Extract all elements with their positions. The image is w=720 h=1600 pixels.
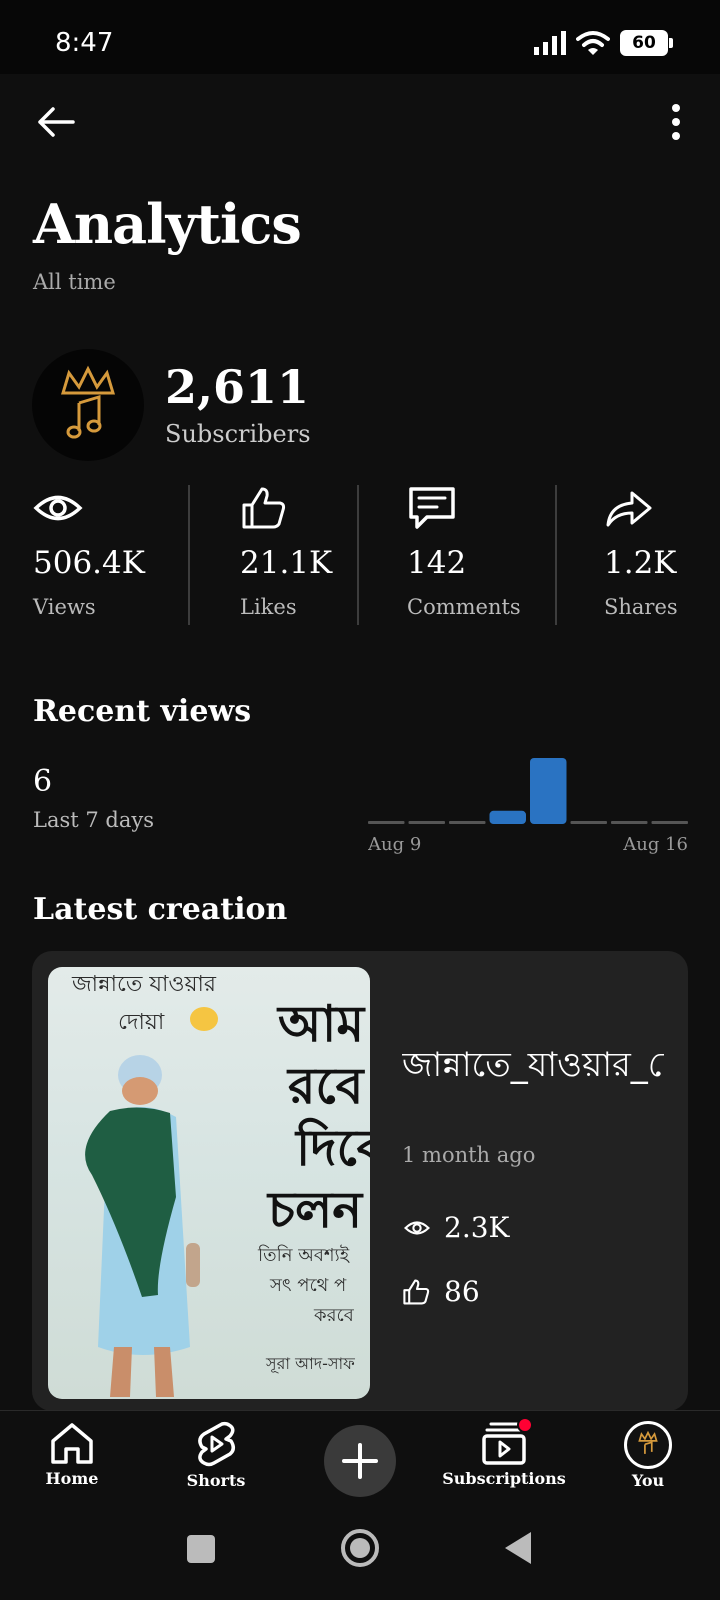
- stat-shares[interactable]: 1.2K Shares: [604, 485, 678, 625]
- subscriber-label: Subscribers: [165, 420, 311, 448]
- recent-views-period: Last 7 days: [33, 808, 154, 832]
- nav-label: Shorts: [186, 1471, 246, 1490]
- page-subtitle: All time: [33, 270, 116, 294]
- thumbnail-text: সূরা আদ-সাফ: [266, 1354, 355, 1373]
- home-icon: [51, 1423, 93, 1464]
- video-views-metric: 2.3K: [402, 1211, 509, 1244]
- back-system-button[interactable]: [503, 1530, 533, 1566]
- video-title[interactable]: জান্নাতে_যাওয়ার_দোয়া_#muslim...: [402, 1043, 664, 1087]
- thumbnail-text: সৎ পথে প: [270, 1275, 347, 1296]
- notification-dot: [517, 1417, 533, 1433]
- recent-views-count: 6: [33, 764, 53, 799]
- thumbnail-text: জান্নাতে যাওয়ার: [72, 972, 217, 997]
- thumbnail-text: তিনি অবশ্যই: [258, 1245, 350, 1266]
- eye-icon: [404, 1220, 430, 1235]
- stat-comments[interactable]: 142 Comments: [407, 485, 521, 625]
- emoji-hands-icon: [190, 1007, 218, 1031]
- plus-icon: [342, 1443, 378, 1479]
- stat-value: 21.1K: [240, 545, 333, 581]
- signal-icon: [534, 31, 566, 55]
- thumbnail-text: করবে: [314, 1305, 354, 1326]
- wifi-icon: [576, 31, 610, 55]
- stat-value: 506.4K: [33, 545, 145, 581]
- eye-icon: [33, 495, 83, 521]
- nav-shorts[interactable]: Shorts: [141, 1421, 291, 1490]
- chart-bar: [611, 821, 648, 824]
- stat-label: Views: [33, 595, 96, 619]
- latest-creation-title: Latest creation: [33, 892, 288, 927]
- nav-label: You: [631, 1471, 665, 1490]
- nav-you[interactable]: You: [573, 1421, 720, 1490]
- x-tick-label: Aug 9: [368, 834, 421, 855]
- video-thumbnail[interactable]: জান্নাতে যাওয়ার দোয়া আম রবে দিবে চলন ত…: [48, 967, 370, 1399]
- status-icons: 60: [534, 30, 673, 56]
- recent-views-title: Recent views: [33, 694, 252, 729]
- more-vertical-icon: [672, 104, 680, 140]
- stat-label: Shares: [604, 595, 678, 619]
- crown-music-logo: [638, 1431, 658, 1454]
- stat-label: Likes: [240, 595, 297, 619]
- thumbs-up-icon: [242, 487, 286, 529]
- thumbs-up-icon: [403, 1279, 430, 1304]
- system-navigation-bar: [0, 1510, 720, 1600]
- more-options-button[interactable]: [652, 98, 700, 146]
- chart-bar: [449, 821, 486, 824]
- battery-indicator: 60: [620, 30, 673, 56]
- nav-label: Home: [45, 1469, 99, 1488]
- x-tick-label: Aug 16: [622, 834, 688, 855]
- chart-bar: [651, 821, 688, 824]
- stats-row: 506.4K Views 21.1K Likes 142 Comments 1.…: [0, 485, 720, 625]
- comment-icon: [409, 487, 455, 529]
- subscriber-count: 2,611: [165, 360, 310, 414]
- stat-likes[interactable]: 21.1K Likes: [240, 485, 332, 625]
- avatar: [624, 1421, 672, 1469]
- divider: [555, 485, 557, 625]
- nav-subscriptions[interactable]: Subscriptions: [429, 1417, 579, 1488]
- divider: [188, 485, 190, 625]
- chart-bar: [489, 810, 526, 824]
- create-button[interactable]: [324, 1425, 396, 1497]
- nav-home[interactable]: Home: [0, 1421, 147, 1488]
- video-likes: 86: [444, 1275, 480, 1308]
- video-age: 1 month ago: [402, 1143, 536, 1167]
- chart-bar: [408, 821, 445, 824]
- recent-views-chart[interactable]: Aug 9 Aug 16: [368, 744, 688, 856]
- chart-bar: [368, 821, 405, 824]
- video-views: 2.3K: [444, 1211, 510, 1244]
- video-likes-metric: 86: [402, 1275, 480, 1308]
- nav-label: Subscriptions: [442, 1469, 566, 1488]
- recents-button[interactable]: [186, 1534, 216, 1564]
- latest-video-card[interactable]: জান্নাতে যাওয়ার দোয়া আম রবে দিবে চলন ত…: [32, 951, 688, 1411]
- share-icon: [606, 491, 652, 527]
- channel-avatar: [32, 349, 144, 461]
- stat-views[interactable]: 506.4K Views: [33, 485, 145, 625]
- page-title: Analytics: [33, 192, 302, 256]
- thumbnail-text: দোয়া: [118, 1010, 165, 1035]
- status-bar: 8:47 60: [0, 0, 720, 74]
- status-time: 8:47: [55, 28, 114, 58]
- boy-figure-illustration: [85, 1055, 200, 1397]
- stat-value: 142: [407, 545, 467, 581]
- bottom-navigation: Home Shorts Subscriptions You: [0, 1410, 720, 1510]
- subscriptions-icon-wrap: [481, 1417, 533, 1465]
- shorts-icon: [198, 1421, 235, 1467]
- stat-label: Comments: [407, 595, 521, 619]
- arrow-left-icon: [38, 107, 75, 137]
- chart-bar: [570, 821, 607, 824]
- chart-bar: [530, 758, 567, 824]
- crown-music-logo: [60, 365, 116, 439]
- home-system-button[interactable]: [340, 1528, 380, 1568]
- stat-value: 1.2K: [604, 545, 677, 581]
- back-button[interactable]: [31, 98, 79, 146]
- divider: [357, 485, 359, 625]
